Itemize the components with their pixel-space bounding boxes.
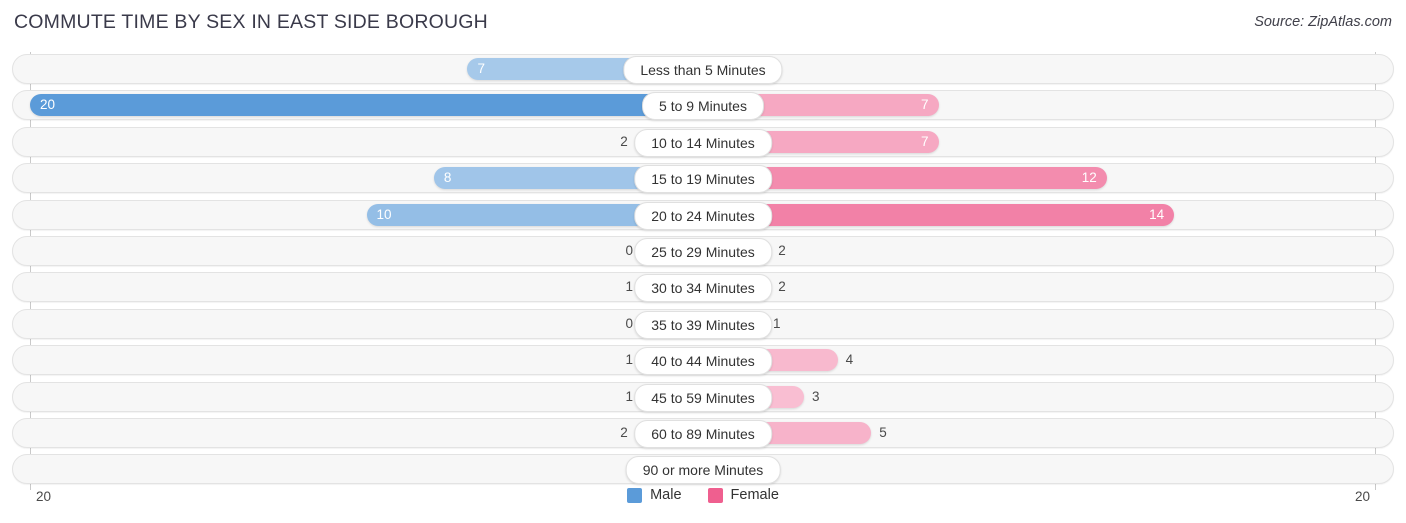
category-label: 35 to 39 Minutes <box>634 310 772 339</box>
legend-label-male: Male <box>650 487 682 503</box>
male-bar-area: 1 <box>30 349 703 372</box>
chart-row: 7 0Less than 5 Minutes <box>12 54 1394 84</box>
female-bar-area: 5 <box>703 422 1376 444</box>
category-label: 10 to 14 Minutes <box>634 128 772 157</box>
chart-row: 0 2 25 to 29 Minutes <box>12 236 1394 266</box>
male-value-label: 1 <box>625 388 633 404</box>
chart-row: 2 5 60 to 89 Minutes <box>12 418 1394 448</box>
male-value-label: 20 <box>40 97 56 113</box>
chart-row: 10 14 20 to 24 Minutes <box>12 199 1394 230</box>
male-bar-area: 7 <box>30 58 703 80</box>
chart-legend: Male Female <box>0 487 1406 503</box>
category-label: 5 to 9 Minutes <box>642 92 764 121</box>
category-label: 90 or more Minutes <box>625 456 781 485</box>
female-value-label: 12 <box>1081 170 1097 186</box>
male-bar-area: 1 <box>30 276 703 299</box>
female-value-label: 1 <box>773 315 781 331</box>
chart-title: COMMUTE TIME BY SEX IN EAST SIDE BOROUGH <box>14 11 488 33</box>
female-value-label: 7 <box>921 133 929 149</box>
male-bar-area: 1 <box>30 385 703 408</box>
female-value-label: 5 <box>879 425 887 440</box>
commute-time-bar-chart: COMMUTE TIME BY SEX IN EAST SIDE BOROUGH… <box>0 0 1406 523</box>
category-label: 30 to 34 Minutes <box>634 274 772 303</box>
female-value-label: 7 <box>921 97 929 113</box>
female-bar-area: 0 <box>703 458 1376 481</box>
male-bar-area: 0 <box>30 312 703 335</box>
category-label: 45 to 59 Minutes <box>634 383 772 412</box>
male-value-label: 2 <box>620 425 628 440</box>
female-bar-area: 2 <box>703 276 1376 299</box>
chart-row: 2 7 10 to 14 Minutes <box>12 126 1394 157</box>
category-label: 40 to 44 Minutes <box>634 347 772 376</box>
male-value-label: 8 <box>443 170 452 186</box>
chart-row: 0 1 35 to 39 Minutes <box>12 308 1394 339</box>
category-label: Less than 5 Minutes <box>623 56 783 84</box>
male-value-label: 1 <box>625 352 633 368</box>
category-label: 25 to 29 Minutes <box>634 238 772 266</box>
category-label: 15 to 19 Minutes <box>634 165 772 194</box>
male-bar-area: 0 <box>30 458 703 481</box>
female-value-label: 3 <box>811 388 820 404</box>
plot-area: 70Less than 5 Minutes2075 to 9 Minutes27… <box>12 52 1394 490</box>
legend-label-female: Female <box>730 487 779 503</box>
male-bar-area: 2 <box>30 422 703 444</box>
male-value-label: 7 <box>477 61 485 76</box>
male-bar-area: 8 <box>30 167 703 190</box>
male-value-label: 10 <box>376 206 392 222</box>
legend-swatch-male <box>627 487 643 503</box>
chart-row: 1 2 30 to 34 Minutes <box>12 272 1394 303</box>
chart-row: 1 4 40 to 44 Minutes <box>12 345 1394 376</box>
male-bar: 20 <box>30 94 703 117</box>
male-bar-area: 0 <box>30 240 703 262</box>
male-value-label: 1 <box>625 279 633 295</box>
female-bar-area: 12 <box>703 167 1376 190</box>
legend-item-male: Male <box>627 487 682 503</box>
category-label: 20 to 24 Minutes <box>634 201 772 230</box>
female-bar-area: 1 <box>703 312 1376 335</box>
male-bar-area: 2 <box>30 130 703 153</box>
male-bar-area: 20 <box>30 94 703 117</box>
female-bar-area: 3 <box>703 385 1376 408</box>
legend-swatch-female <box>707 487 723 503</box>
male-value-label: 0 <box>625 243 633 258</box>
female-bar: 14 <box>703 203 1175 226</box>
female-value-label: 2 <box>778 243 786 258</box>
category-label: 60 to 89 Minutes <box>634 420 772 448</box>
chart-row: 20 7 5 to 9 Minutes <box>12 90 1394 121</box>
male-value-label: 2 <box>620 133 628 149</box>
female-bar-area: 7 <box>703 130 1376 153</box>
legend-item-female: Female <box>707 487 779 503</box>
female-value-label: 4 <box>845 352 854 368</box>
female-value-label: 14 <box>1149 206 1165 222</box>
chart-row: 8 12 15 to 19 Minutes <box>12 163 1394 194</box>
female-value-label: 2 <box>778 279 786 295</box>
male-value-label: 0 <box>625 315 633 331</box>
female-bar-area: 2 <box>703 240 1376 262</box>
male-bar-area: 10 <box>30 203 703 226</box>
female-bar-area: 7 <box>703 94 1376 117</box>
chart-row: 0090 or more Minutes <box>12 454 1394 485</box>
chart-source: Source: ZipAtlas.com <box>1254 14 1392 30</box>
chart-row: 1 3 45 to 59 Minutes <box>12 381 1394 412</box>
female-bar-area: 4 <box>703 349 1376 372</box>
female-bar-area: 0 <box>703 58 1376 80</box>
female-bar-area: 14 <box>703 203 1376 226</box>
